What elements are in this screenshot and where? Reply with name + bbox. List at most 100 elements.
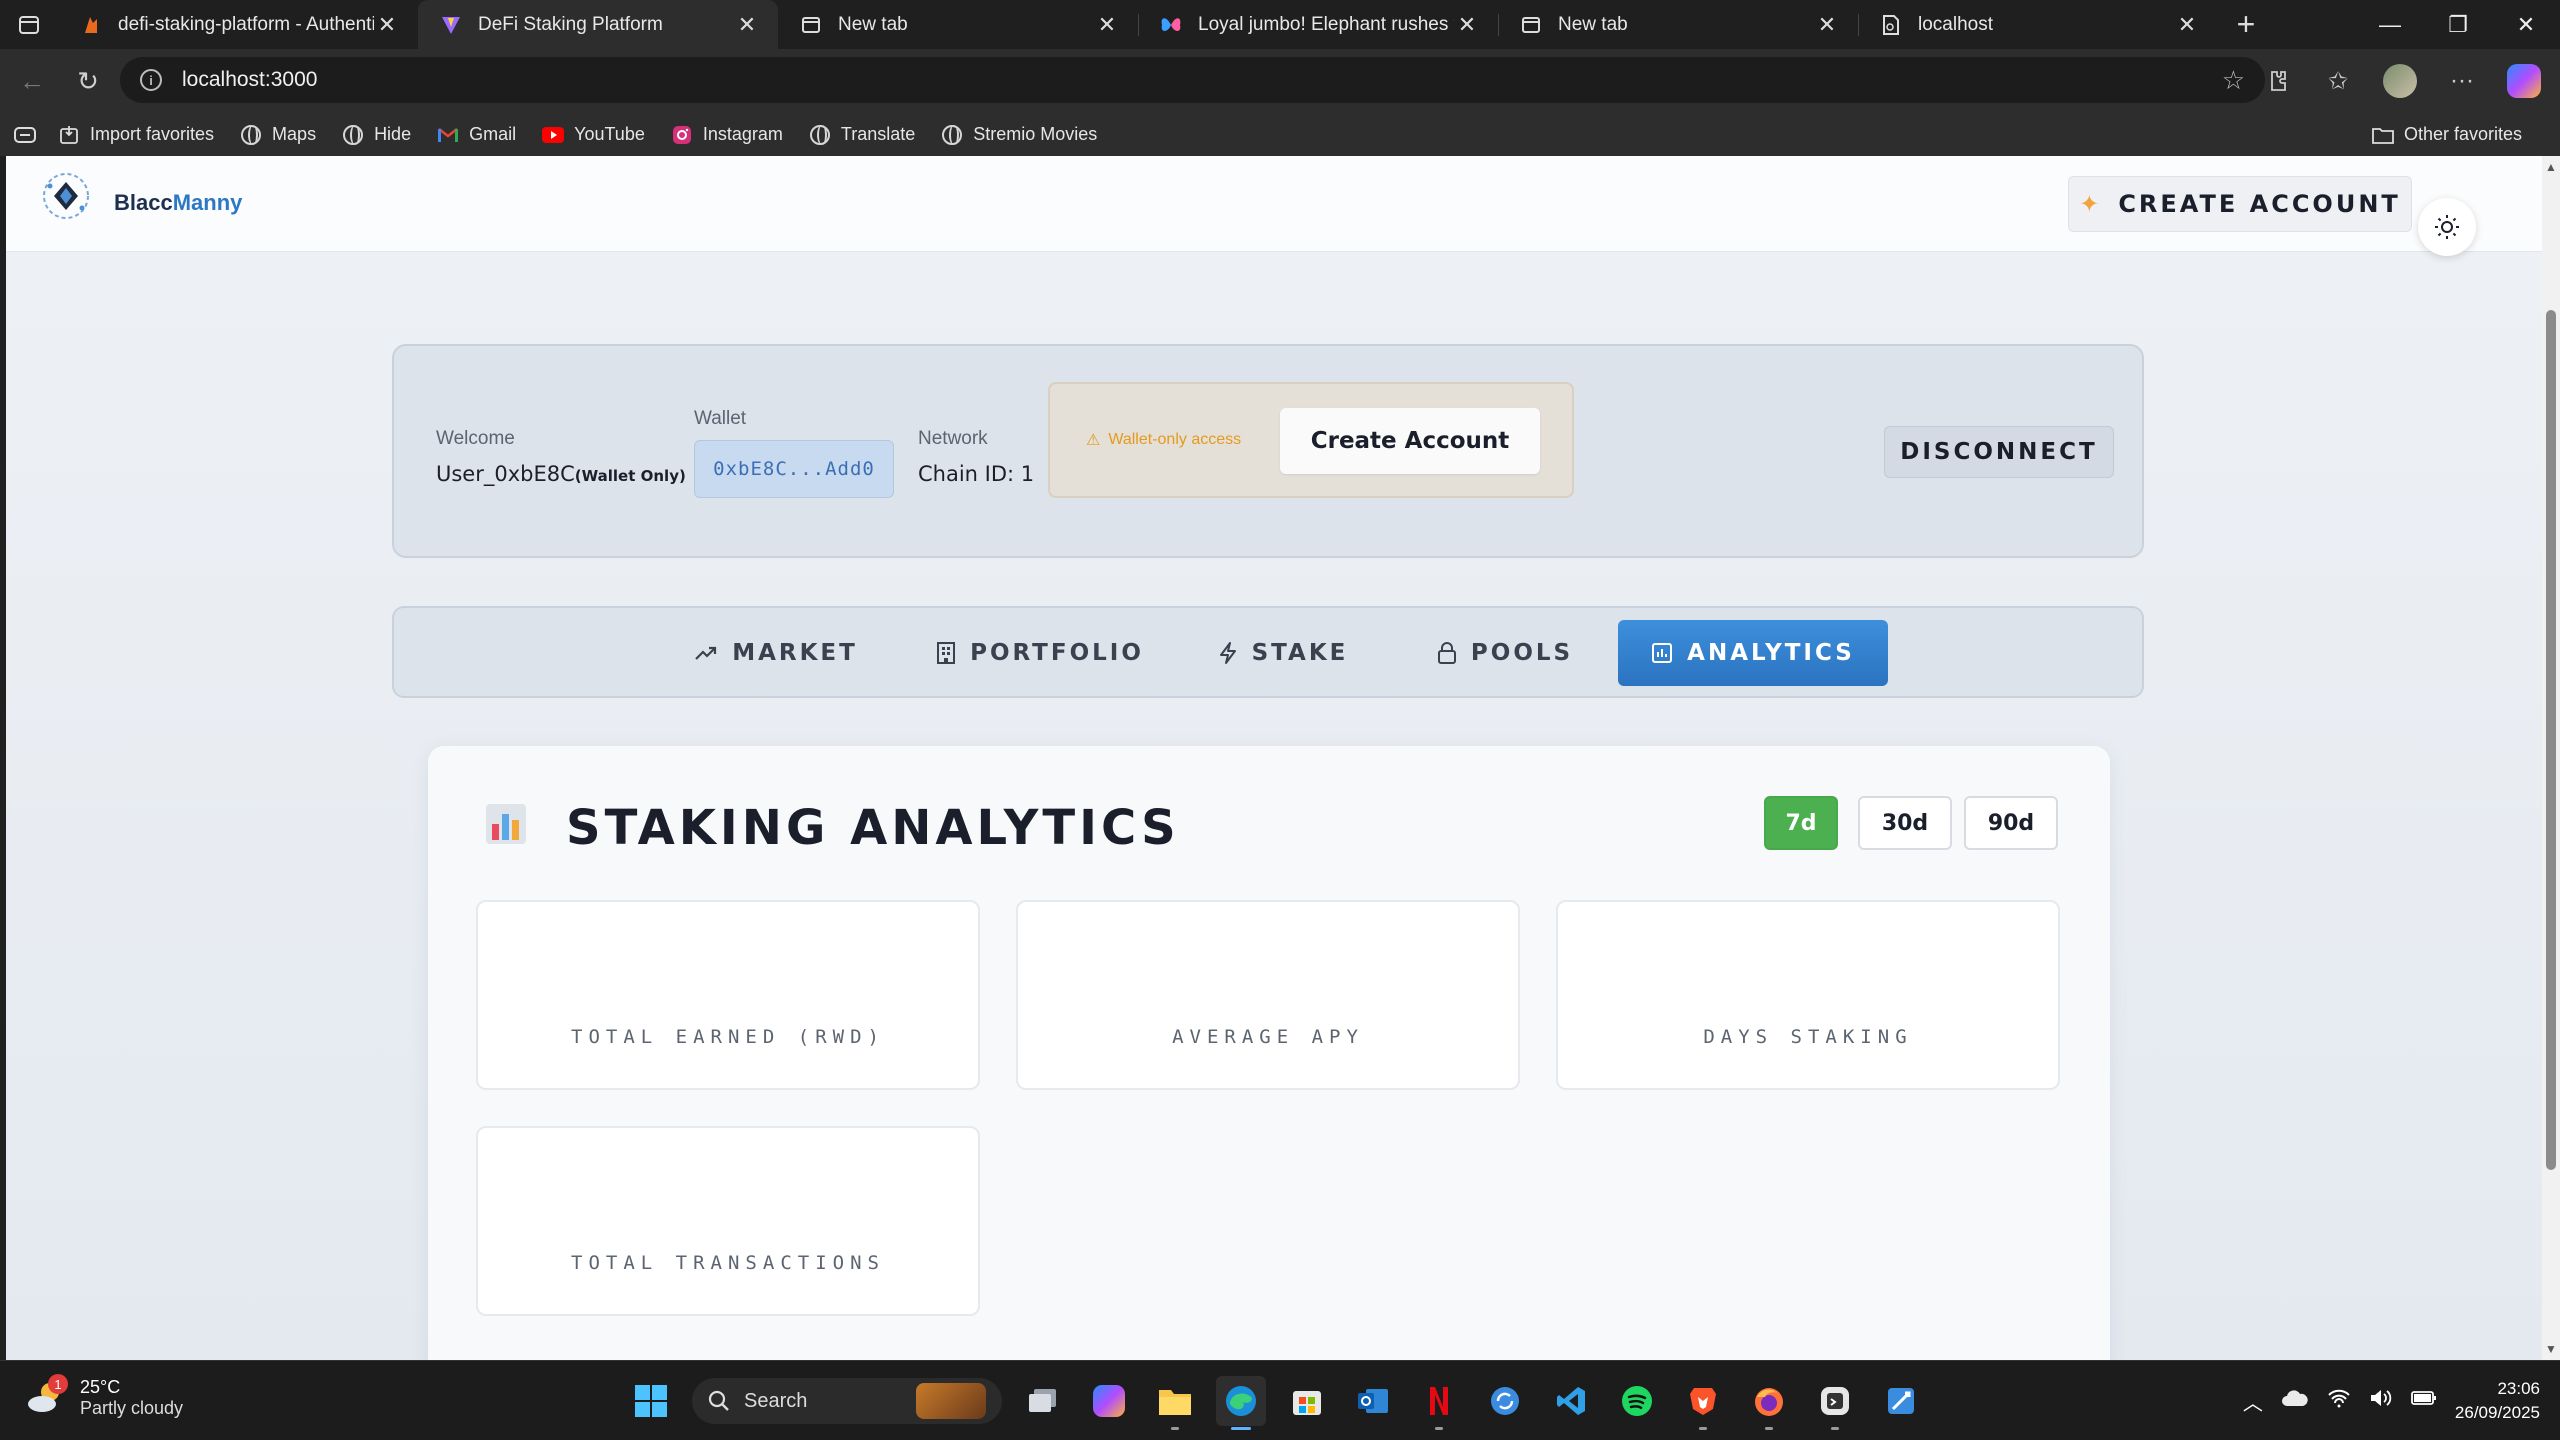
clock-time: 23:06 bbox=[2497, 1379, 2540, 1398]
wifi-icon[interactable] bbox=[2327, 1388, 2351, 1414]
favorite-label: Instagram bbox=[702, 124, 783, 144]
instagram-icon bbox=[671, 124, 693, 146]
spotify-icon[interactable] bbox=[1612, 1376, 1662, 1426]
close-icon[interactable]: ✕ bbox=[1454, 12, 1480, 38]
favorite-youtube[interactable]: YouTube bbox=[542, 124, 645, 146]
more-icon[interactable]: ··· bbox=[2436, 55, 2488, 107]
battery-icon[interactable] bbox=[2411, 1389, 2437, 1413]
logo-icon[interactable] bbox=[40, 170, 92, 222]
volume-icon[interactable] bbox=[2369, 1388, 2393, 1414]
favorite-label: Stremio Movies bbox=[973, 124, 1098, 144]
minimize-icon[interactable]: — bbox=[2356, 0, 2424, 49]
copilot-app-icon[interactable] bbox=[1084, 1376, 1134, 1426]
browser-tab-5[interactable]: New tab ✕ bbox=[1498, 0, 1859, 49]
favorite-maps[interactable]: Maps bbox=[240, 124, 316, 146]
profile-avatar[interactable] bbox=[2374, 55, 2426, 107]
edge-icon[interactable] bbox=[1216, 1376, 1266, 1430]
create-account-header-button[interactable]: ✦ CREATE ACCOUNT bbox=[2068, 176, 2412, 232]
browser-tab-3[interactable]: New tab ✕ bbox=[778, 0, 1139, 49]
back-icon[interactable]: ← bbox=[4, 53, 60, 109]
brand-name[interactable]: BlaccManny bbox=[114, 190, 242, 216]
close-icon[interactable]: ✕ bbox=[1094, 12, 1120, 38]
wallet-label: Wallet bbox=[694, 408, 747, 429]
url-text[interactable]: localhost:3000 bbox=[182, 68, 2222, 92]
taskbar-search[interactable]: Search bbox=[692, 1378, 1002, 1424]
weather-temp: 25°C bbox=[80, 1377, 121, 1397]
gmail-icon bbox=[437, 124, 459, 146]
create-account-button[interactable]: Create Account bbox=[1280, 408, 1540, 474]
refresh-icon[interactable]: ↻ bbox=[60, 53, 116, 109]
browser-tab-2[interactable]: DeFi Staking Platform ✕ bbox=[418, 0, 778, 49]
favorite-translate[interactable]: Translate bbox=[809, 124, 915, 146]
page-icon bbox=[1880, 14, 1902, 36]
favorites-icon[interactable]: ✩ bbox=[2312, 55, 2364, 107]
chevron-up-icon[interactable]: ︿ bbox=[2243, 1387, 2263, 1416]
weather-widget[interactable]: 1 25°C Partly cloudy bbox=[26, 1374, 183, 1419]
scrollbar-thumb[interactable] bbox=[2546, 310, 2556, 1170]
sync-app-icon[interactable] bbox=[1480, 1376, 1530, 1426]
browser-tab-1[interactable]: defi-staking-platform - Authentic ✕ bbox=[58, 0, 418, 49]
favorite-star-icon[interactable]: ☆ bbox=[2222, 65, 2245, 96]
globe-icon bbox=[809, 124, 831, 146]
tab-stake[interactable]: STAKE bbox=[1208, 620, 1358, 686]
tab-analytics[interactable]: ANALYTICS bbox=[1618, 620, 1888, 686]
tab-market[interactable]: MARKET bbox=[686, 620, 866, 686]
page-scrollbar[interactable]: ▲ ▼ bbox=[2542, 156, 2560, 1360]
tab-pools[interactable]: POOLS bbox=[1430, 620, 1580, 686]
warning-text: ⚠ Wallet-only access bbox=[1086, 431, 1242, 449]
file-explorer-icon[interactable] bbox=[1150, 1376, 1200, 1430]
close-icon[interactable]: ✕ bbox=[1814, 12, 1840, 38]
firefox-icon[interactable] bbox=[1744, 1376, 1794, 1430]
outlook-icon[interactable] bbox=[1348, 1376, 1398, 1426]
terminal-app-icon[interactable] bbox=[1810, 1376, 1860, 1430]
tab-actions-icon[interactable] bbox=[0, 0, 58, 49]
favorite-label: Import favorites bbox=[90, 124, 215, 144]
copilot-icon[interactable] bbox=[2498, 55, 2550, 107]
site-info-icon[interactable]: i bbox=[140, 69, 162, 91]
theme-toggle-button[interactable] bbox=[2418, 198, 2476, 256]
app-header: BlaccManny ✦ CREATE ACCOUNT bbox=[6, 156, 2542, 256]
netflix-icon[interactable] bbox=[1414, 1376, 1464, 1430]
sidebar-toggle-icon[interactable] bbox=[14, 126, 36, 143]
extensions-icon[interactable] bbox=[2250, 55, 2302, 107]
browser-tab-4[interactable]: Loyal jumbo! Elephant rushes to s ✕ bbox=[1138, 0, 1499, 49]
close-icon[interactable]: ✕ bbox=[2174, 12, 2200, 38]
vscode-icon[interactable] bbox=[1546, 1376, 1596, 1426]
favorite-instagram[interactable]: Instagram bbox=[671, 124, 783, 146]
other-favorites[interactable]: Other favorites bbox=[2372, 113, 2522, 156]
scroll-up-icon[interactable]: ▲ bbox=[2545, 160, 2557, 174]
close-icon[interactable]: ✕ bbox=[374, 12, 400, 38]
browser-tab-6[interactable]: localhost ✕ bbox=[1858, 0, 2218, 49]
analytics-panel: STAKING ANALYTICS 7d 30d 90d TOTAL EARNE… bbox=[428, 746, 2110, 1360]
welcome-label: Welcome bbox=[436, 428, 515, 449]
globe-icon bbox=[941, 124, 963, 146]
search-label: Search bbox=[744, 1389, 808, 1412]
snipping-tool-icon[interactable] bbox=[1876, 1376, 1926, 1426]
favorite-hide[interactable]: Hide bbox=[342, 124, 411, 146]
favorite-stremio[interactable]: Stremio Movies bbox=[941, 124, 1097, 146]
range-7d-button[interactable]: 7d bbox=[1764, 796, 1838, 850]
wallet-address[interactable]: 0xbE8C...Add0 bbox=[694, 440, 894, 498]
brave-icon[interactable] bbox=[1678, 1376, 1728, 1430]
favorite-import[interactable]: Import favorites bbox=[58, 124, 214, 146]
url-field[interactable]: i localhost:3000 ☆ bbox=[120, 57, 2265, 103]
stat-card-total-transactions: TOTAL TRANSACTIONS bbox=[476, 1126, 980, 1316]
task-view-icon[interactable] bbox=[1018, 1376, 1068, 1426]
new-tab-button[interactable]: + bbox=[2218, 0, 2274, 49]
clock[interactable]: 23:06 26/09/2025 bbox=[2455, 1377, 2540, 1425]
favorite-gmail[interactable]: Gmail bbox=[437, 124, 516, 146]
tab-portfolio[interactable]: PORTFOLIO bbox=[928, 620, 1152, 686]
close-icon[interactable]: ✕ bbox=[734, 12, 760, 38]
network-value: Chain ID: 1 bbox=[918, 462, 1035, 486]
start-icon[interactable] bbox=[626, 1376, 676, 1426]
favorite-label: Gmail bbox=[469, 124, 517, 144]
search-icon bbox=[708, 1390, 729, 1411]
range-90d-button[interactable]: 90d bbox=[1964, 796, 2058, 850]
disconnect-button[interactable]: DISCONNECT bbox=[1884, 426, 2114, 478]
restore-icon[interactable]: ❐ bbox=[2424, 0, 2492, 49]
store-icon[interactable] bbox=[1282, 1376, 1332, 1426]
close-window-icon[interactable]: ✕ bbox=[2492, 0, 2560, 49]
range-30d-button[interactable]: 30d bbox=[1858, 796, 1952, 850]
scroll-down-icon[interactable]: ▼ bbox=[2545, 1342, 2557, 1356]
onedrive-icon[interactable] bbox=[2281, 1388, 2309, 1414]
